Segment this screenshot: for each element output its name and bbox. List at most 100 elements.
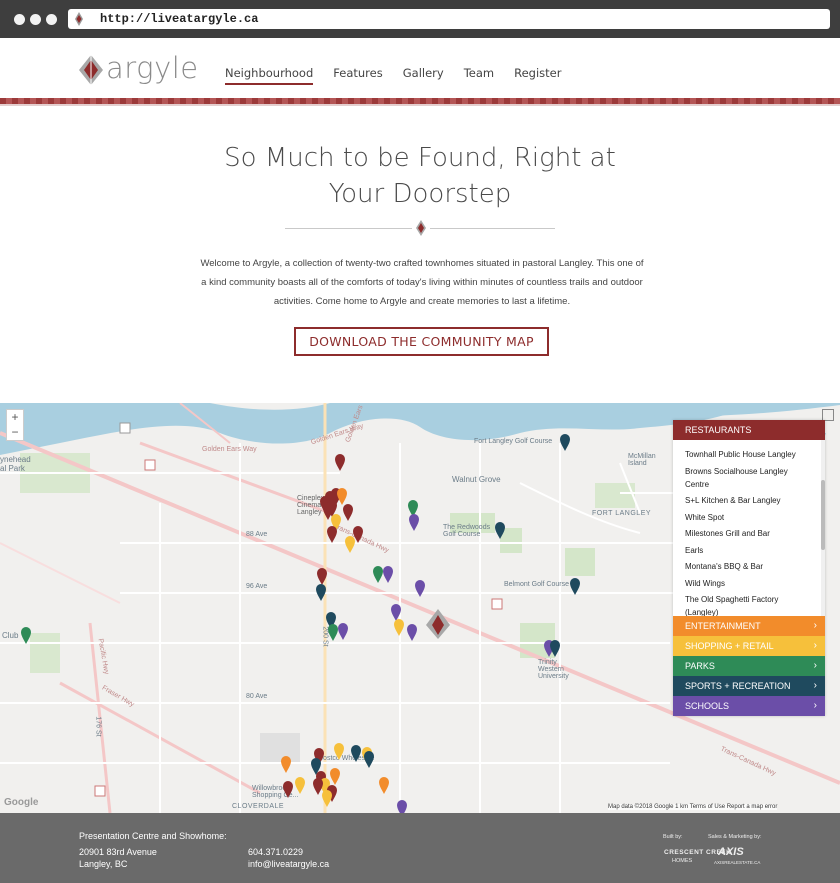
address-line-1: 20901 83rd Avenue (79, 847, 157, 857)
map-pin-icon[interactable] (330, 768, 340, 785)
map-pin-icon[interactable] (364, 751, 374, 768)
category-parks[interactable]: PARKS › (673, 656, 825, 676)
email-link[interactable]: info@liveatargyle.ca (248, 859, 329, 869)
community-map[interactable]: Golden Ears Way Golden Ears Way Golden E… (0, 403, 840, 813)
zoom-out-button[interactable]: − (7, 425, 23, 440)
category-sports[interactable]: SPORTS + RECREATION › (673, 676, 825, 696)
window-minimize-dot[interactable] (30, 14, 41, 25)
map-pin-icon[interactable] (313, 777, 323, 795)
marketing-by-label: Sales & Marketing by: (708, 834, 762, 840)
category-schools-label: SCHOOLS (685, 701, 730, 711)
category-sports-label: SPORTS + RECREATION (685, 681, 791, 691)
category-shopping[interactable]: SHOPPING + RETAIL › (673, 636, 825, 656)
map-pin-icon[interactable] (322, 790, 332, 807)
phone-link[interactable]: 604.371.0229 (248, 847, 303, 857)
download-map-button[interactable]: DOWNLOAD THE COMMUNITY MAP (294, 327, 549, 356)
map-pin-icon[interactable] (335, 454, 345, 471)
list-item[interactable]: Wild Wings (673, 577, 819, 590)
map-pin-icon[interactable] (570, 578, 580, 595)
zoom-control: + − (6, 409, 24, 441)
list-item[interactable]: Townhall Public House Langley (673, 448, 819, 461)
nav-neighbourhood[interactable]: Neighbourhood (225, 66, 314, 85)
main-nav: Neighbourhood Features Gallery Team Regi… (225, 66, 561, 85)
nav-register[interactable]: Register (514, 66, 561, 85)
list-item[interactable]: Montana's BBQ & Bar (673, 560, 819, 573)
map-pin-icon[interactable] (415, 580, 425, 597)
crescent-moon-icon (650, 848, 657, 862)
map-pin-icon[interactable] (338, 623, 348, 640)
map-pin-icon[interactable] (283, 781, 293, 798)
built-by-label: Built by: (663, 834, 683, 840)
map-pin-icon[interactable] (281, 756, 291, 773)
marketer-logo-sub: AXISREALESTATE.CA (714, 860, 761, 865)
logo[interactable]: argyle (79, 51, 199, 87)
intro-paragraph: Welcome to Argyle, a collection of twent… (200, 258, 644, 307)
map-pin-icon[interactable] (394, 619, 404, 636)
nav-team[interactable]: Team (464, 66, 494, 85)
category-restaurants[interactable]: RESTAURANTS (673, 420, 825, 440)
map-pin-icon[interactable] (334, 743, 344, 760)
map-pin-icon[interactable] (397, 800, 407, 813)
chevron-right-icon: › (813, 640, 817, 651)
title-line-1: So Much to be Found, Right at (224, 143, 616, 173)
map-pin-icon[interactable] (351, 745, 361, 762)
list-scrollbar[interactable] (821, 440, 825, 620)
chevron-right-icon: › (813, 660, 817, 671)
category-parks-label: PARKS (685, 661, 715, 671)
address-bar[interactable]: http://liveatargyle.ca (68, 9, 830, 29)
category-panel: RESTAURANTS Townhall Public House Langle… (673, 420, 825, 716)
url-text: http://liveatargyle.ca (100, 12, 259, 26)
map-pin-icon[interactable] (295, 777, 305, 794)
map-pin-icon[interactable] (316, 584, 326, 601)
chevron-right-icon: › (813, 680, 817, 691)
favicon-icon (75, 12, 83, 26)
title-line-2: Your Doorstep (328, 179, 512, 209)
argyle-diamond-icon (79, 55, 103, 85)
site-footer: Presentation Centre and Showhome: 20901 … (0, 813, 840, 883)
divider-diamond-icon (412, 219, 430, 237)
marketer-logo-text[interactable]: AXIS (718, 846, 744, 858)
scrollbar-thumb[interactable] (821, 480, 825, 550)
map-pin-icon[interactable] (391, 604, 401, 621)
window-maximize-dot[interactable] (46, 14, 57, 25)
logo-text: argyle (106, 51, 199, 85)
map-pin-icon[interactable] (560, 434, 570, 451)
map-pin-icon[interactable] (550, 640, 560, 657)
address-line-2: Langley, BC (79, 859, 128, 869)
list-item[interactable]: Milestones Grill and Bar (673, 527, 819, 540)
list-item[interactable]: Earls (673, 544, 819, 557)
map-pin-icon[interactable] (328, 624, 338, 641)
map-pin-icon[interactable] (343, 504, 353, 521)
argyle-location-marker-icon[interactable] (426, 609, 450, 639)
map-pin-icon[interactable] (337, 488, 347, 505)
map-pin-icon[interactable] (373, 566, 383, 583)
map-pin-icon[interactable] (495, 522, 505, 539)
category-entertainment-label: ENTERTAINMENT (685, 621, 761, 631)
window-close-dot[interactable] (14, 14, 25, 25)
list-item[interactable]: White Spot (673, 511, 819, 524)
list-item[interactable]: S+L Kitchen & Bar Langley (673, 494, 819, 507)
map-pin-icon[interactable] (407, 624, 417, 641)
browser-chrome: http://liveatargyle.ca (0, 0, 840, 38)
map-pin-icon[interactable] (345, 536, 355, 553)
page-title: So Much to be Found, Right at Your Doors… (120, 140, 720, 212)
category-schools[interactable]: SCHOOLS › (673, 696, 825, 716)
chevron-right-icon: › (813, 700, 817, 711)
map-pin-icon[interactable] (383, 566, 393, 583)
map-pin-icon[interactable] (379, 777, 389, 794)
site-header: argyle Neighbourhood Features Gallery Te… (0, 38, 840, 100)
map-pin-icon[interactable] (317, 568, 327, 585)
nav-gallery[interactable]: Gallery (403, 66, 444, 85)
category-entertainment[interactable]: ENTERTAINMENT › (673, 616, 825, 636)
decorative-band-shadow (0, 104, 840, 106)
map-pin-icon[interactable] (327, 526, 337, 543)
map-pin-icon[interactable] (409, 514, 419, 531)
presentation-title: Presentation Centre and Showhome: (79, 831, 227, 841)
zoom-in-button[interactable]: + (7, 410, 23, 425)
nav-features[interactable]: Features (333, 66, 382, 85)
list-item[interactable]: Browns Socialhouse Langley Centre (673, 465, 819, 491)
map-pin-icon[interactable] (21, 627, 31, 644)
restaurant-list: Townhall Public House Langley Browns Soc… (673, 440, 819, 620)
chevron-right-icon: › (813, 620, 817, 631)
category-restaurants-label: RESTAURANTS (685, 425, 752, 435)
